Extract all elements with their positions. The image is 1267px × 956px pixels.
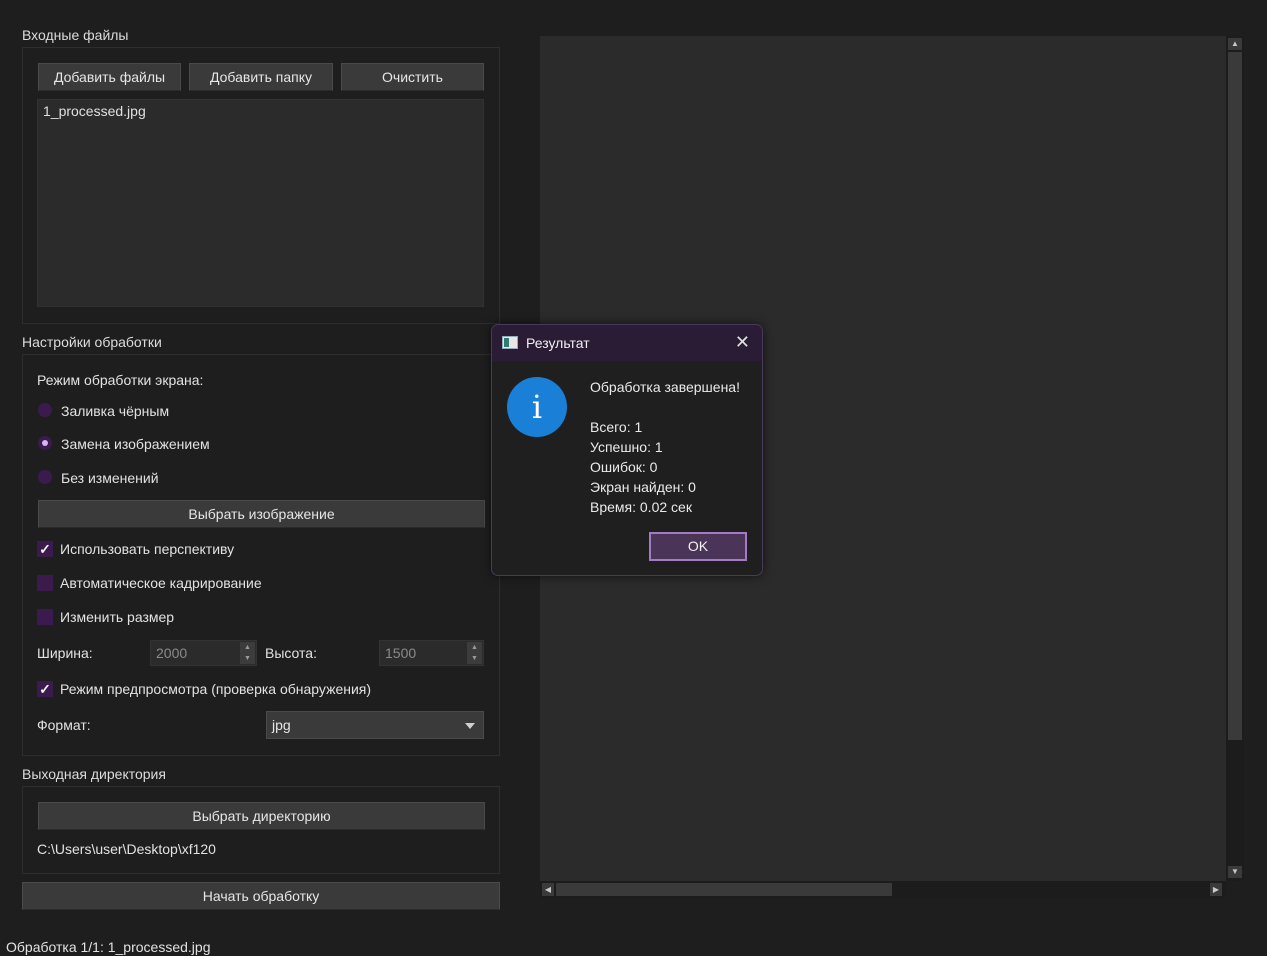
radio-no-change-label[interactable]: Без изменений <box>61 470 159 486</box>
resize-label[interactable]: Изменить размер <box>60 609 174 625</box>
info-icon: i <box>507 377 567 437</box>
spin-down-icon[interactable]: ▼ <box>240 653 255 664</box>
output-dir-group <box>22 786 500 874</box>
choose-image-button[interactable]: Выбрать изображение <box>38 500 485 528</box>
vertical-scroll-thumb[interactable] <box>1228 52 1242 740</box>
ok-button[interactable]: OK <box>649 532 747 561</box>
app-window-icon <box>502 336 518 349</box>
width-spin-arrows[interactable]: ▲ ▼ <box>240 642 255 664</box>
output-path: C:\Users\user\Desktop\xf120 <box>37 841 216 857</box>
format-combobox[interactable]: jpg <box>266 711 484 739</box>
preview-mode-label[interactable]: Режим предпросмотра (проверка обнаружени… <box>60 681 371 697</box>
file-list[interactable]: 1_processed.jpg <box>37 99 484 307</box>
scroll-left-icon[interactable]: ◀ <box>542 883 554 896</box>
spin-up-icon[interactable]: ▲ <box>240 642 255 653</box>
spin-up-icon[interactable]: ▲ <box>467 642 482 653</box>
auto-crop-label[interactable]: Автоматическое кадрирование <box>60 575 262 591</box>
dialog-title: Результат <box>526 335 590 351</box>
height-spin-arrows[interactable]: ▲ ▼ <box>467 642 482 664</box>
height-label: Высота: <box>265 645 317 661</box>
width-spinbox[interactable]: 2000 ▲ ▼ <box>150 640 257 666</box>
status-bar-text: Обработка 1/1: 1_processed.jpg <box>6 939 211 955</box>
scroll-up-icon[interactable]: ▲ <box>1228 38 1242 50</box>
width-label: Ширина: <box>37 645 93 661</box>
dialog-heading: Обработка завершена! <box>590 379 740 395</box>
dialog-line-success: Успешно: 1 <box>590 439 663 455</box>
clear-button[interactable]: Очистить <box>341 63 484 91</box>
output-dir-title: Выходная директория <box>22 766 166 782</box>
scroll-down-icon[interactable]: ▼ <box>1228 866 1242 878</box>
choose-directory-button[interactable]: Выбрать директорию <box>38 802 485 830</box>
radio-fill-black-label[interactable]: Заливка чёрным <box>61 403 169 419</box>
result-dialog: Результат ✕ i Обработка завершена! Всего… <box>491 324 763 576</box>
format-label: Формат: <box>37 717 91 733</box>
use-perspective-label[interactable]: Использовать перспективу <box>60 541 234 557</box>
chevron-down-icon[interactable] <box>465 723 475 729</box>
dialog-line-total: Всего: 1 <box>590 419 643 435</box>
format-value: jpg <box>272 717 291 733</box>
close-icon[interactable]: ✕ <box>735 332 750 353</box>
start-processing-button[interactable]: Начать обработку <box>22 882 500 910</box>
radio-no-change[interactable] <box>38 470 52 484</box>
dialog-line-screen-found: Экран найден: 0 <box>590 479 696 495</box>
settings-title: Настройки обработки <box>22 334 162 350</box>
height-spinbox[interactable]: 1500 ▲ ▼ <box>379 640 484 666</box>
resize-checkbox[interactable] <box>37 609 53 625</box>
use-perspective-checkbox[interactable]: ✓ <box>37 541 53 557</box>
radio-fill-black[interactable] <box>38 403 52 417</box>
add-files-button[interactable]: Добавить файлы <box>38 63 181 91</box>
horizontal-scroll-thumb[interactable] <box>556 883 892 896</box>
height-value: 1500 <box>385 645 417 661</box>
list-item[interactable]: 1_processed.jpg <box>38 100 483 122</box>
dialog-line-time: Время: 0.02 сек <box>590 499 692 515</box>
vertical-scrollbar[interactable]: ▲ ▼ <box>1226 36 1244 881</box>
preview-mode-checkbox[interactable]: ✓ <box>37 681 53 697</box>
width-value: 2000 <box>156 645 188 661</box>
dialog-titlebar[interactable]: Результат ✕ <box>492 325 762 361</box>
horizontal-scrollbar[interactable]: ◀ ▶ <box>540 881 1226 898</box>
input-files-title: Входные файлы <box>22 27 129 43</box>
add-folder-button[interactable]: Добавить папку <box>189 63 333 91</box>
scroll-right-icon[interactable]: ▶ <box>1210 883 1222 896</box>
dialog-line-errors: Ошибок: 0 <box>590 459 658 475</box>
spin-down-icon[interactable]: ▼ <box>467 653 482 664</box>
auto-crop-checkbox[interactable] <box>37 575 53 591</box>
screen-mode-label: Режим обработки экрана: <box>37 372 204 388</box>
radio-replace-image[interactable] <box>38 436 52 450</box>
radio-replace-image-label[interactable]: Замена изображением <box>61 436 210 452</box>
